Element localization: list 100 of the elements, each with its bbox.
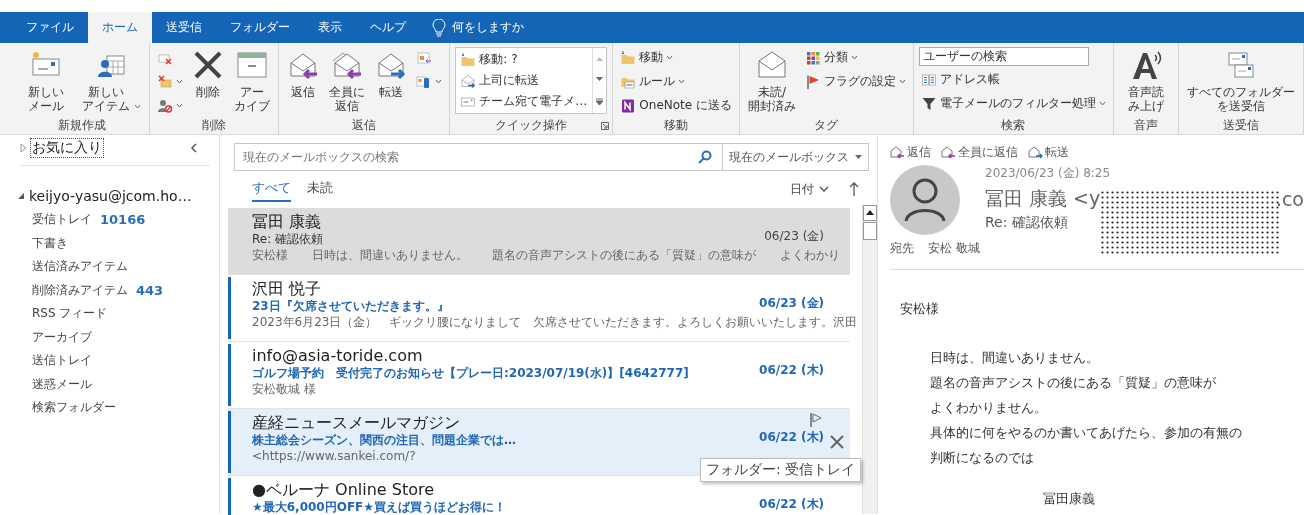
message-preview: 2023年6月23日（金） ギックリ腰になりまして 欠席させていただきます。よろしくお願いいたします。沢田	[252, 314, 858, 331]
unread-count: 10166	[100, 212, 146, 228]
collapse-pane-icon[interactable]	[190, 143, 198, 153]
ribbon-button[interactable]: 新しいメール	[19, 47, 73, 115]
group-label: 削除	[202, 116, 227, 134]
ribbon-button[interactable]: ルール	[618, 71, 734, 92]
caret-icon	[855, 155, 862, 159]
message-date: 06/23 (金)	[759, 296, 824, 311]
sender-name: 沢田 悦子	[252, 279, 322, 299]
quick-step-item[interactable]: 上司に転送	[458, 70, 591, 91]
ribbon-tab[interactable]: フォルダー	[216, 12, 304, 43]
delete-icon[interactable]	[830, 435, 844, 449]
group-label: 移動	[664, 116, 689, 134]
flag-icon[interactable]	[810, 413, 822, 427]
reading-action[interactable]: 転送	[1028, 144, 1069, 161]
flag-icon	[805, 73, 821, 90]
dialog-launcher-icon[interactable]	[601, 122, 610, 130]
sort-dropdown[interactable]: 日付	[784, 179, 835, 199]
folder-item[interactable]: アーカイブ	[0, 325, 219, 349]
filter-tab[interactable]: すべて	[252, 176, 291, 202]
scroll-up-icon[interactable]	[863, 205, 877, 221]
group-label: 新規作成	[57, 116, 106, 134]
forward-icon	[460, 72, 477, 89]
tooltip: フォルダー: 受信トレイ	[700, 458, 862, 482]
folder-item[interactable]: 受信トレイ 10166	[0, 208, 219, 232]
ribbon-button[interactable]: OneNote に送る	[618, 95, 734, 116]
ribbon-tab[interactable]: ホーム	[88, 12, 152, 43]
folder-item[interactable]: 送信トレイ	[0, 349, 219, 373]
ribbon-button[interactable]: 分類	[803, 47, 908, 68]
ribbon-tab[interactable]: 送受信	[152, 12, 216, 43]
tell-me-search[interactable]: 何をしますか	[452, 19, 524, 36]
reading-action[interactable]: 返信	[890, 144, 931, 161]
expand-icon[interactable]	[596, 98, 604, 105]
ribbon-button[interactable]: 返信	[284, 47, 323, 101]
search-icon[interactable]	[698, 150, 712, 164]
send-receive-icon	[1225, 49, 1257, 81]
ribbon-tab[interactable]: ヘルプ	[356, 12, 420, 43]
category-grid-icon	[805, 49, 821, 66]
body-text: 題名の音声アシストの後にある「質疑」の意味が	[930, 374, 1217, 392]
favorites-header[interactable]: お気に入り	[31, 139, 103, 157]
group-label: 送受信	[1223, 116, 1259, 134]
message-date: 06/22 (木)	[759, 363, 824, 378]
ribbon-button[interactable]: 転送	[372, 47, 411, 101]
sender-name: ●ベルーナ Online Store	[252, 480, 435, 500]
to-label: 宛先	[890, 240, 914, 257]
message-preview: <https://www.sankei.com/?	[252, 448, 416, 465]
ribbon-button[interactable]: 未読/開封済み	[745, 47, 799, 115]
ribbon-button[interactable]: 削除	[189, 47, 228, 101]
ribbon-button[interactable]: 移動	[618, 47, 734, 68]
ribbon-button[interactable]: 全員に返信	[326, 47, 369, 115]
forward-icon	[1028, 146, 1043, 159]
collapsed-icon[interactable]	[20, 144, 27, 152]
folder-item[interactable]: 送信済みアイテム	[0, 255, 219, 279]
ribbon-button[interactable]: フラグの設定	[803, 71, 908, 92]
folder-item[interactable]: 検索フォルダー	[0, 396, 219, 420]
folder-item[interactable]: RSS フィード	[0, 302, 219, 326]
avatar-icon	[890, 165, 960, 235]
sort-arrow-icon[interactable]	[849, 182, 859, 196]
message-row[interactable]: 冨田 康義 Re: 確認依頼 06/23 (金) 安松様 日時は、間違いありません。 題名の音声アシストの後にある「質疑」の意味が よくわかり	[228, 208, 850, 275]
ribbon-button[interactable]: 電子メールのフィルター処理	[919, 93, 1108, 114]
sender-name: 産経ニュースメールマガジン	[252, 413, 460, 433]
group-label: 検索	[1001, 116, 1026, 134]
mailbox-search-field[interactable]: 現在のメールボックスの検索 現在のメールボックス	[234, 143, 869, 171]
ribbon-button[interactable]: すべてのフォルダーを送受信	[1184, 47, 1298, 115]
ribbon-tab[interactable]: 表示	[304, 12, 356, 43]
notebook-icon	[620, 97, 637, 114]
scroll-down-icon[interactable]	[596, 77, 604, 82]
message-date: 06/23 (金)	[764, 229, 824, 244]
message-date: 06/22 (木)	[759, 497, 824, 512]
body-text: 具体的に何をやるのか書いてあげたら、参加の有無の	[930, 424, 1243, 442]
search-people-field[interactable]: ユーザーの検索	[919, 47, 1089, 66]
quick-step-item[interactable]: 移動: ?	[458, 49, 591, 70]
recipient-name: 安松 敬城	[928, 240, 980, 257]
ribbon-tab[interactable]: ファイル	[12, 12, 88, 43]
sender-name: info@asia-toride.com	[252, 346, 423, 366]
scroll-thumb[interactable]	[863, 222, 877, 240]
folder-item[interactable]: 削除済みアイテム 443	[0, 278, 219, 302]
filter-tab[interactable]: 未読	[307, 176, 333, 202]
reading-action[interactable]: 全員に返信	[941, 144, 1018, 161]
unread-count: 443	[136, 282, 164, 298]
message-subject: Re: 確認依頼	[252, 232, 324, 247]
message-date: 2023/06/23 (金) 8:25	[985, 165, 1112, 182]
message-subject: ゴルフ場予約 受付完了のお知らせ【プレー日:2023/07/19(水)】[4642777]	[252, 366, 689, 381]
group-label: 返信	[352, 116, 377, 134]
ribbon-button[interactable]: アドレス帳	[919, 69, 1108, 90]
ribbon-button[interactable]: アーカイブ	[231, 47, 274, 115]
calendar-icon	[416, 49, 433, 66]
ribbon-button[interactable]: 音声読み上げ	[1119, 47, 1173, 115]
ribbon-button[interactable]: 新しいアイテム	[76, 47, 145, 115]
account-name[interactable]: keijyo-yasu@jcom.ho…	[29, 188, 192, 204]
quick-step-item[interactable]: チーム宛て電子メ…	[458, 91, 591, 112]
archive-box-icon	[236, 49, 269, 81]
folder-item[interactable]: 下書き	[0, 231, 219, 255]
chevron-icon	[819, 186, 829, 192]
expanded-icon[interactable]	[18, 192, 25, 200]
message-preview: 安松敬城 様	[252, 381, 316, 398]
folder-item[interactable]: 迷惑メール	[0, 372, 219, 396]
person-block-icon	[157, 97, 174, 114]
group-label: クイック操作	[495, 116, 568, 134]
read-aloud-icon	[1130, 49, 1162, 81]
